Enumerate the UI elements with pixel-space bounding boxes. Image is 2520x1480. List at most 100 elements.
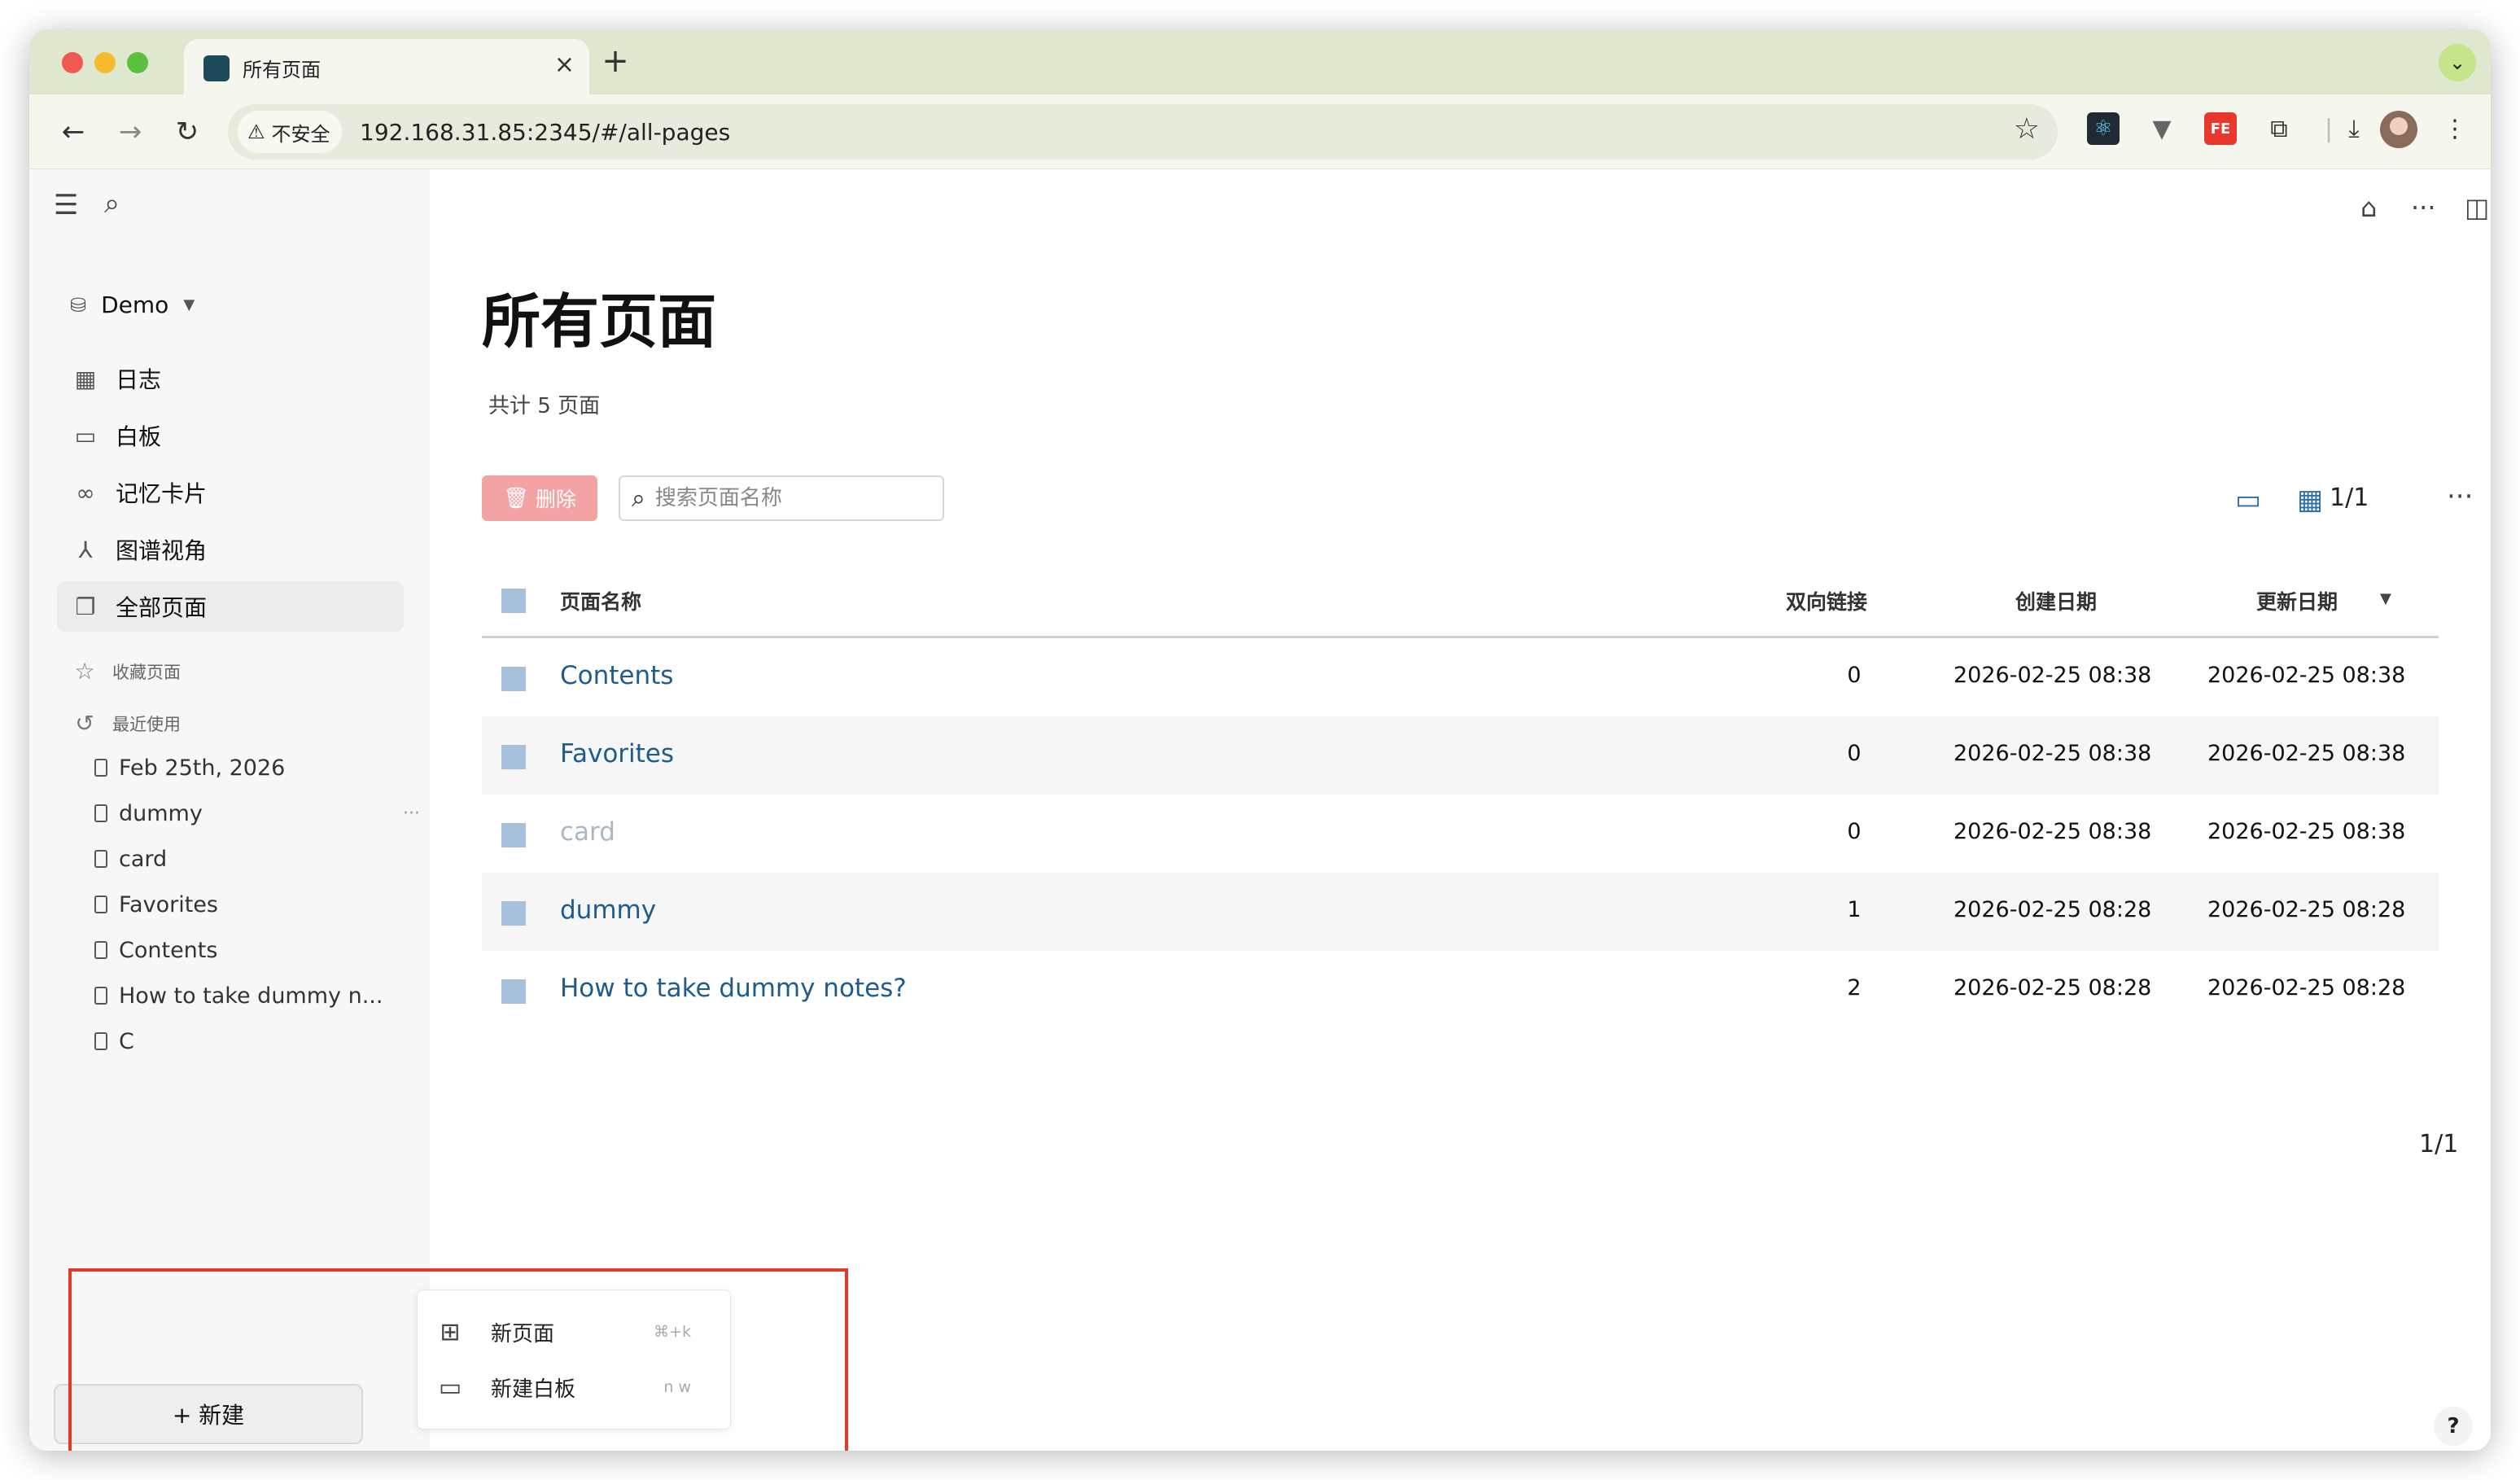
back-arrow-icon[interactable]: ← — [52, 111, 94, 153]
recent-item[interactable]: Feb 25th, 2026 — [94, 747, 420, 788]
delete-label: 删除 — [535, 488, 576, 511]
nav-flashcards[interactable]: ∞ 记忆卡片 — [57, 467, 404, 518]
highlight-annotation-box — [68, 1268, 848, 1451]
nav-label: 日志 — [116, 366, 162, 393]
security-label: 不安全 — [271, 122, 330, 146]
address-bar[interactable]: ⚠ 不安全 192.168.31.85:2345/#/all-pages ☆ — [228, 104, 2058, 160]
bookmark-star-icon[interactable]: ☆ — [2014, 112, 2040, 146]
toggle-right-sidebar-icon[interactable]: ◫ — [2465, 192, 2489, 223]
nav-whiteboards[interactable]: ▭ 白板 — [57, 410, 404, 461]
infinity-icon: ∞ — [76, 479, 95, 506]
row-checkbox[interactable] — [501, 979, 526, 1004]
created-date: 2026-02-25 08:38 — [1953, 663, 2152, 688]
column-header-created[interactable]: 创建日期 — [2015, 586, 2097, 615]
select-all-checkbox[interactable] — [501, 589, 526, 613]
sidebar: ☰ ⌕ ⛁ Demo ▼ ▦ 日志 ▭ 白板 ∞ 记忆卡片 ⅄ 图谱视角 ❐ 全… — [29, 169, 430, 1451]
column-header-backlinks[interactable]: 双向链接 — [1786, 586, 1867, 615]
toolbar-divider: | — [2324, 114, 2334, 143]
star-icon: ☆ — [74, 658, 95, 685]
url-text[interactable]: 192.168.31.85:2345/#/all-pages — [360, 119, 730, 146]
more-options-icon[interactable]: ··· — [2411, 192, 2436, 223]
workspace-switcher[interactable]: ⛁ Demo ▼ — [70, 291, 195, 318]
table-row[interactable]: Contents 0 2026-02-25 08:38 2026-02-25 0… — [482, 638, 2439, 716]
updated-date: 2026-02-25 08:38 — [2207, 819, 2406, 844]
warning-triangle-icon: ⚠ — [247, 120, 265, 143]
reload-icon[interactable]: ↻ — [166, 111, 208, 153]
row-checkbox[interactable] — [501, 901, 526, 926]
updated-date: 2026-02-25 08:38 — [2207, 741, 2406, 766]
created-date: 2026-02-25 08:28 — [1953, 975, 2152, 1001]
page-icon — [94, 759, 107, 777]
menu-hamburger-icon[interactable]: ☰ — [54, 189, 78, 221]
pages-table: 页面名称 双向链接 创建日期 更新日期 ▼ Contents 0 2026-02… — [482, 560, 2439, 1029]
nav-journals[interactable]: ▦ 日志 — [57, 353, 404, 404]
backlinks-count: 0 — [1847, 819, 1862, 844]
caret-down-icon: ▼ — [183, 296, 195, 313]
new-tab-button[interactable]: + — [593, 42, 638, 80]
nav-graph-view[interactable]: ⅄ 图谱视角 — [57, 524, 404, 575]
table-row[interactable]: Favorites 0 2026-02-25 08:38 2026-02-25 … — [482, 716, 2439, 795]
page-icon — [94, 895, 107, 913]
pagination-top: 1/1 — [2330, 484, 2369, 512]
created-date: 2026-02-25 08:38 — [1953, 741, 2152, 766]
recent-item[interactable]: How to take dummy n... — [94, 975, 420, 1016]
page-name-link[interactable]: Favorites — [560, 739, 674, 768]
tab-search-chevron-icon[interactable]: ⌄ — [2439, 44, 2476, 81]
search-box[interactable]: ⌕ — [619, 475, 944, 521]
table-row[interactable]: dummy 1 2026-02-25 08:28 2026-02-25 08:2… — [482, 873, 2439, 951]
more-options-icon[interactable]: ··· — [403, 803, 420, 824]
page-icon — [94, 1032, 107, 1050]
history-icon: ↺ — [75, 710, 94, 737]
page-name-link[interactable]: Contents — [560, 661, 673, 690]
maximize-window-button[interactable] — [127, 52, 148, 73]
recent-section[interactable]: ↺ 最近使用 — [72, 710, 181, 737]
nav-all-pages[interactable]: ❐ 全部页面 — [57, 581, 404, 632]
whiteboard-filter-icon[interactable]: ▭ — [2235, 484, 2261, 516]
sort-desc-icon[interactable]: ▼ — [2380, 590, 2391, 607]
recent-item[interactable]: Favorites — [94, 884, 420, 925]
profile-avatar[interactable] — [2380, 111, 2417, 148]
browser-menu-icon[interactable]: ⋮ — [2439, 112, 2471, 145]
fehelper-icon[interactable]: FE — [2204, 112, 2237, 145]
delete-button[interactable]: 🗑 删除 — [482, 475, 597, 521]
column-header-updated[interactable]: 更新日期 — [2256, 586, 2338, 615]
close-window-button[interactable] — [62, 52, 83, 73]
forward-arrow-icon[interactable]: → — [109, 111, 151, 153]
recent-item[interactable]: C — [94, 1021, 420, 1062]
recent-item[interactable]: Contents — [94, 930, 420, 970]
tab-close-icon[interactable]: × — [554, 50, 575, 79]
recent-item-label: Favorites — [119, 891, 218, 917]
whiteboard-icon: ▭ — [74, 422, 97, 449]
row-checkbox[interactable] — [501, 823, 526, 847]
table-row[interactable]: How to take dummy notes? 2 2026-02-25 08… — [482, 951, 2439, 1029]
help-button[interactable]: ? — [2434, 1407, 2473, 1446]
backlinks-count: 2 — [1847, 975, 1862, 1001]
recent-item[interactable]: dummy ··· — [94, 793, 420, 834]
journal-filter-icon[interactable]: ▦ — [2297, 484, 2323, 516]
graph-icon: ⅄ — [78, 536, 93, 563]
page-icon — [94, 804, 107, 822]
column-header-name[interactable]: 页面名称 — [560, 586, 641, 615]
minimize-window-button[interactable] — [94, 52, 116, 73]
nav-label: 记忆卡片 — [116, 480, 208, 507]
page-name-link[interactable]: How to take dummy notes? — [560, 974, 907, 1003]
table-row[interactable]: card 0 2026-02-25 08:38 2026-02-25 08:38 — [482, 795, 2439, 873]
browser-tab[interactable]: 所有页面 × — [184, 39, 589, 94]
favorites-section[interactable]: ☆ 收藏页面 — [72, 658, 181, 685]
page-name-link[interactable]: dummy — [560, 895, 656, 925]
react-devtools-icon[interactable]: ⚛ — [2087, 112, 2120, 145]
page-name-link[interactable]: card — [560, 817, 615, 847]
search-icon[interactable]: ⌕ — [104, 187, 120, 220]
search-input[interactable] — [653, 485, 914, 511]
more-options-icon[interactable]: ··· — [2447, 480, 2473, 513]
section-title: 收藏页面 — [112, 662, 181, 682]
row-checkbox[interactable] — [501, 667, 526, 691]
tab-strip: 所有页面 × + ⌄ — [29, 29, 2491, 94]
security-chip[interactable]: ⚠ 不安全 — [238, 111, 342, 153]
row-checkbox[interactable] — [501, 745, 526, 769]
recent-item[interactable]: card — [94, 839, 420, 879]
home-icon[interactable]: ⌂ — [2360, 192, 2377, 223]
extensions-puzzle-icon[interactable]: ⧉ — [2263, 112, 2295, 145]
download-icon[interactable]: ⤓ — [2338, 112, 2370, 145]
vue-devtools-icon[interactable]: ▼ — [2146, 112, 2178, 145]
